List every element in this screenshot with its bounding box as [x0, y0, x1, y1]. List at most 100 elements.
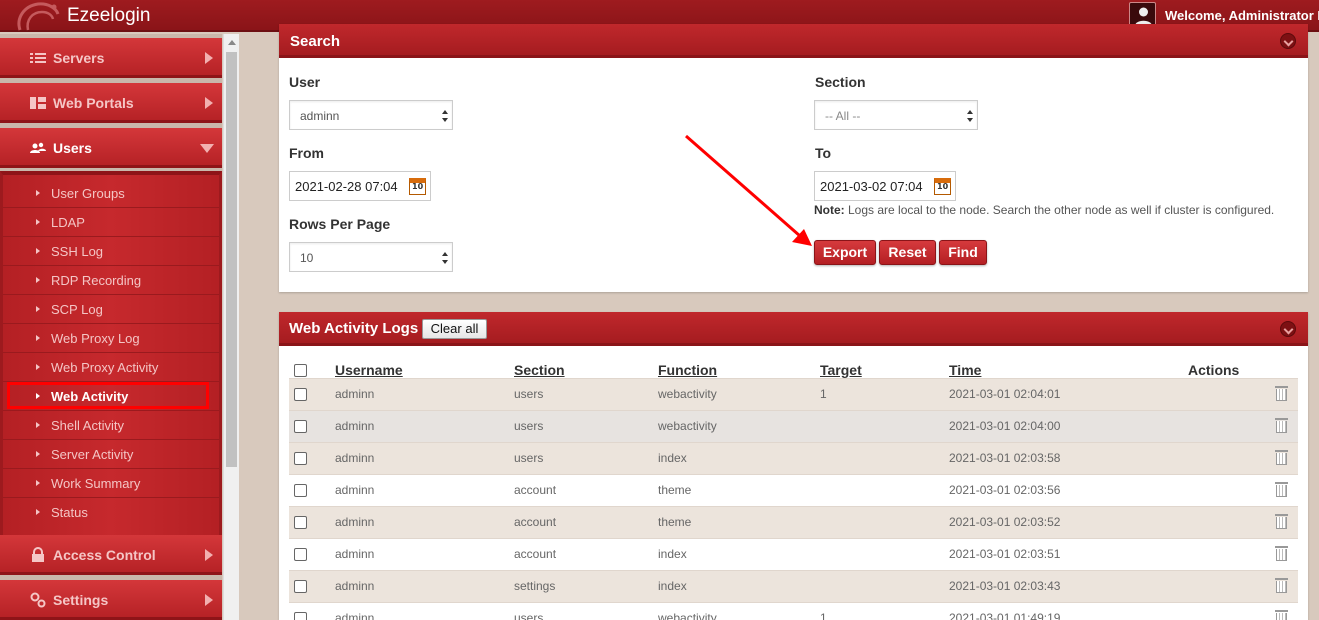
- scroll-up-arrow-icon[interactable]: [228, 40, 236, 45]
- table-row: adminn account theme 2021-03-01 02:03:56: [289, 473, 1298, 506]
- cell-function: webactivity: [658, 601, 820, 620]
- sidebar-scrollbar[interactable]: [223, 34, 239, 620]
- sidebar-item-user-groups[interactable]: User Groups: [3, 179, 219, 208]
- row-checkbox[interactable]: [294, 548, 307, 562]
- user-label: User: [289, 74, 321, 90]
- trash-icon[interactable]: [1275, 481, 1288, 497]
- row-checkbox-cell: [289, 505, 335, 538]
- section-select[interactable]: -- All --: [814, 100, 978, 130]
- cell-function: webactivity: [658, 409, 820, 442]
- sidebar-item-server-activity[interactable]: Server Activity: [3, 440, 219, 469]
- bullet-icon: [36, 190, 40, 196]
- row-checkbox[interactable]: [294, 452, 307, 466]
- cell-time: 2021-03-01 02:03:43: [949, 569, 1188, 602]
- sidebar-item-shell-activity[interactable]: Shell Activity: [3, 411, 219, 440]
- cell-time: 2021-03-01 02:03:58: [949, 441, 1188, 474]
- row-checkbox-cell: [289, 601, 335, 620]
- cell-time: 2021-03-01 02:03:51: [949, 537, 1188, 570]
- submenu-label: RDP Recording: [51, 273, 142, 288]
- row-checkbox[interactable]: [294, 420, 307, 434]
- from-date-input[interactable]: 2021-02-28 07:04 10: [289, 171, 431, 201]
- row-checkbox[interactable]: [294, 580, 307, 594]
- trash-icon[interactable]: [1275, 577, 1288, 593]
- sidebar-item-label: Web Portals: [53, 95, 134, 111]
- logs-table: Username Section Function Target Time Ac…: [289, 355, 1298, 620]
- submenu-label: User Groups: [51, 186, 125, 201]
- cell-username: adminn: [335, 473, 514, 506]
- cell-section: account: [514, 537, 658, 570]
- user-select[interactable]: adminn: [289, 100, 453, 130]
- highlight-box: [7, 382, 209, 409]
- app-title[interactable]: Ezeelogin: [67, 5, 150, 27]
- cell-function: theme: [658, 505, 820, 538]
- cell-username: adminn: [335, 409, 514, 442]
- sidebar-item-web-proxy-activity[interactable]: Web Proxy Activity: [3, 353, 219, 382]
- table-header-row: Username Section Function Target Time Ac…: [289, 355, 1298, 378]
- cell-actions: [1188, 569, 1298, 602]
- scrollbar-thumb[interactable]: [226, 52, 237, 467]
- cluster-note: Note: Logs are local to the node. Search…: [814, 203, 1274, 217]
- row-checkbox[interactable]: [294, 388, 307, 402]
- sidebar-item-ldap[interactable]: LDAP: [3, 208, 219, 237]
- sidebar-item-web-portals[interactable]: Web Portals: [0, 83, 222, 123]
- column-header-target[interactable]: Target: [820, 355, 949, 378]
- sidebar-item-scp-log[interactable]: SCP Log: [3, 295, 219, 324]
- trash-icon[interactable]: [1275, 545, 1288, 561]
- export-button[interactable]: Export: [814, 240, 876, 265]
- rows-per-page-select[interactable]: 10: [289, 242, 453, 272]
- select-arrows-icon: [442, 252, 448, 264]
- sidebar-item-settings[interactable]: Settings: [0, 580, 222, 620]
- calendar-icon[interactable]: 10: [934, 178, 951, 195]
- cell-time: 2021-03-01 02:03:56: [949, 473, 1188, 506]
- trash-icon[interactable]: [1275, 417, 1288, 433]
- submenu-label: Shell Activity: [51, 418, 124, 433]
- sidebar-item-work-summary[interactable]: Work Summary: [3, 469, 219, 498]
- cell-time: 2021-03-01 02:03:52: [949, 505, 1188, 538]
- section-label: Section: [815, 74, 866, 90]
- select-all-checkbox[interactable]: [294, 364, 307, 378]
- submenu-label: LDAP: [51, 215, 85, 230]
- row-checkbox[interactable]: [294, 516, 307, 530]
- find-button[interactable]: Find: [939, 240, 987, 265]
- trash-icon[interactable]: [1275, 609, 1288, 620]
- cell-actions: [1188, 441, 1298, 474]
- calendar-icon[interactable]: 10: [409, 178, 426, 195]
- collapse-chevron-icon[interactable]: [1280, 33, 1296, 49]
- sidebar-item-status[interactable]: Status: [3, 498, 219, 527]
- row-checkbox[interactable]: [294, 484, 307, 498]
- trash-icon[interactable]: [1275, 513, 1288, 529]
- sidebar-item-access-control[interactable]: Access Control: [0, 535, 222, 575]
- trash-icon[interactable]: [1275, 385, 1288, 401]
- cell-function: index: [658, 441, 820, 474]
- welcome-text[interactable]: Welcome, Administrator Logo: [1165, 8, 1319, 23]
- trash-icon[interactable]: [1275, 449, 1288, 465]
- column-header-function[interactable]: Function: [658, 355, 820, 378]
- bullet-icon: [36, 219, 40, 225]
- dashboard-icon: [30, 97, 46, 109]
- cell-function: index: [658, 569, 820, 602]
- sidebar-item-ssh-log[interactable]: SSH Log: [3, 237, 219, 266]
- to-date-value: 2021-03-02 07:04: [820, 179, 923, 194]
- to-date-input[interactable]: 2021-03-02 07:04 10: [814, 171, 956, 201]
- cell-function: theme: [658, 473, 820, 506]
- sidebar-item-rdp-recording[interactable]: RDP Recording: [3, 266, 219, 295]
- sidebar-item-web-proxy-log[interactable]: Web Proxy Log: [3, 324, 219, 353]
- cell-section: users: [514, 601, 658, 620]
- row-checkbox[interactable]: [294, 612, 307, 620]
- cell-time: 2021-03-01 02:04:00: [949, 409, 1188, 442]
- collapse-chevron-icon[interactable]: [1280, 321, 1296, 337]
- column-header-time[interactable]: Time: [949, 355, 1188, 378]
- column-header-username[interactable]: Username: [335, 355, 514, 378]
- chevron-right-icon: [205, 97, 213, 109]
- sidebar-item-servers[interactable]: Servers: [0, 38, 222, 78]
- sidebar-item-label: Access Control: [53, 547, 156, 563]
- cell-section: users: [514, 377, 658, 410]
- sidebar: Servers Web Portals Users User Groups LD…: [0, 34, 222, 620]
- sidebar-item-users[interactable]: Users: [0, 128, 222, 168]
- cell-target: [820, 473, 949, 506]
- cell-username: adminn: [335, 377, 514, 410]
- reset-button[interactable]: Reset: [879, 240, 936, 265]
- cell-section: account: [514, 505, 658, 538]
- column-header-section[interactable]: Section: [514, 355, 658, 378]
- clear-all-button[interactable]: Clear all: [422, 319, 487, 339]
